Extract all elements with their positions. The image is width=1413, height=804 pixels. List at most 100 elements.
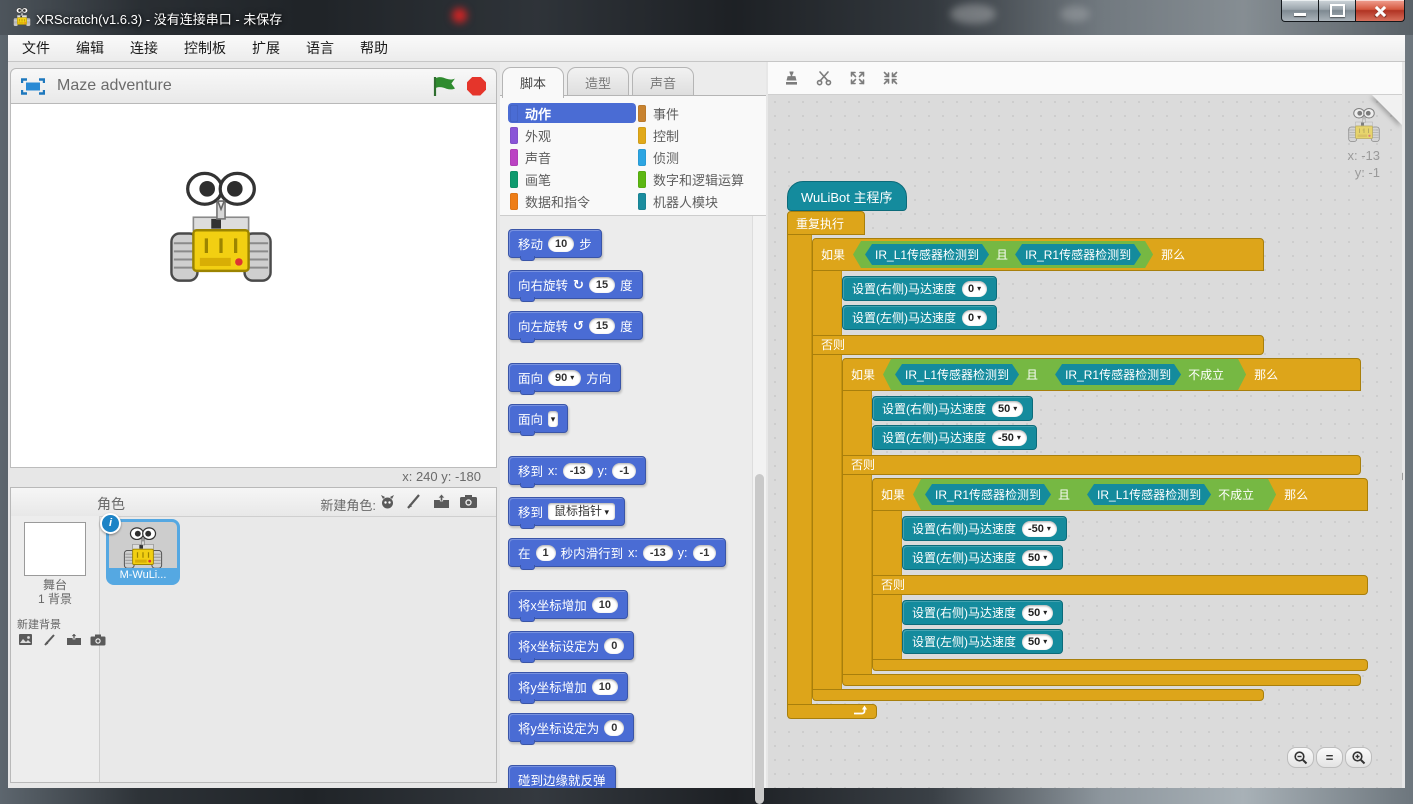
- menu-item-帮助[interactable]: 帮助: [360, 38, 388, 58]
- set-left-motor-block[interactable]: 设置(左侧)马达速度0: [842, 305, 997, 330]
- set-right-motor-block[interactable]: 设置(右侧)马达速度-50: [902, 516, 1067, 541]
- minimize-button[interactable]: [1281, 0, 1319, 22]
- else-bar[interactable]: 否则: [872, 575, 1368, 595]
- block-input[interactable]: 1: [536, 545, 556, 561]
- palette-block[interactable]: 将y坐标设定为0: [508, 713, 634, 742]
- category-声音[interactable]: 声音: [508, 147, 636, 167]
- sprite-info-badge[interactable]: i: [100, 513, 121, 534]
- block-input[interactable]: -1: [612, 463, 636, 479]
- close-button[interactable]: [1355, 0, 1405, 22]
- shrink-icon[interactable]: [879, 67, 901, 89]
- palette-block[interactable]: 面向: [508, 404, 568, 433]
- not-operator-block[interactable]: IR_L1传感器检测到 不成立: [1077, 482, 1264, 507]
- zoom-in-button[interactable]: [1345, 747, 1372, 768]
- forever-loop-block[interactable]: 重复执行 如果 IR_L1传感器检测到 且: [787, 211, 1368, 719]
- stop-button[interactable]: [467, 77, 486, 96]
- else-bar[interactable]: 否则: [842, 455, 1361, 475]
- motor-speed-dropdown[interactable]: 50: [992, 401, 1023, 417]
- category-画笔[interactable]: 画笔: [508, 169, 636, 189]
- sensor-block-ir-r1[interactable]: IR_R1传感器检测到: [1055, 364, 1181, 385]
- motor-speed-dropdown[interactable]: 0: [962, 281, 987, 297]
- motor-speed-dropdown[interactable]: 50: [1022, 550, 1053, 566]
- category-机器人模块[interactable]: 机器人模块: [636, 191, 762, 211]
- set-right-motor-block[interactable]: 设置(右侧)马达速度50: [872, 396, 1033, 421]
- palette-block[interactable]: 将x坐标设定为0: [508, 631, 634, 660]
- palette-block[interactable]: 在1秒内滑行到x:-13y:-1: [508, 538, 726, 567]
- menu-item-编辑[interactable]: 编辑: [76, 38, 104, 58]
- category-数据和指令[interactable]: 数据和指令: [508, 191, 636, 211]
- palette-block[interactable]: 向左旋转↺15度: [508, 311, 643, 340]
- sensor-block-ir-l1[interactable]: IR_L1传感器检测到: [865, 244, 989, 265]
- menu-item-控制板[interactable]: 控制板: [184, 38, 226, 58]
- palette-block[interactable]: 移到x:-13y:-1: [508, 456, 646, 485]
- robot-sprite[interactable]: [169, 168, 273, 286]
- block-input[interactable]: -13: [643, 545, 673, 561]
- camera-sprite-button[interactable]: [459, 492, 478, 511]
- motor-speed-dropdown[interactable]: 50: [1022, 634, 1053, 650]
- motor-speed-dropdown[interactable]: -50: [992, 430, 1027, 446]
- block-input[interactable]: 15: [589, 277, 615, 293]
- hat-block-main-program[interactable]: WuLiBot 主程序: [787, 181, 907, 211]
- stamp-icon[interactable]: [780, 67, 802, 89]
- block-input[interactable]: 15: [589, 318, 615, 334]
- palette-block[interactable]: 移到鼠标指针: [508, 497, 625, 526]
- set-right-motor-block[interactable]: 设置(右侧)马达速度50: [902, 600, 1063, 625]
- block-input[interactable]: 鼠标指针: [548, 503, 615, 520]
- palette-block[interactable]: 向右旋转↻15度: [508, 270, 643, 299]
- category-数字和逻辑运算[interactable]: 数字和逻辑运算: [636, 169, 762, 189]
- and-operator-block[interactable]: IR_R1传感器检测到 且 IR_L1传感器检测到 不成立: [913, 479, 1276, 510]
- motor-speed-dropdown[interactable]: -50: [1022, 521, 1057, 537]
- set-right-motor-block[interactable]: 设置(右侧)马达速度0: [842, 276, 997, 301]
- new-sprite-library-button[interactable]: [378, 492, 397, 511]
- stage-canvas[interactable]: [10, 104, 497, 468]
- import-sprite-button[interactable]: [432, 492, 451, 511]
- new-backdrop-library-button[interactable]: [16, 630, 35, 649]
- scissors-icon[interactable]: [813, 67, 835, 89]
- motor-speed-dropdown[interactable]: 50: [1022, 605, 1053, 621]
- set-left-motor-block[interactable]: 设置(左侧)马达速度-50: [872, 425, 1037, 450]
- if-else-block-2[interactable]: 如果 IR_L1传感器检测到 且 IR_R1传感器检测到 不成立: [842, 358, 1368, 686]
- category-事件[interactable]: 事件: [636, 103, 762, 123]
- palette-block[interactable]: 碰到边缘就反弹: [508, 765, 616, 788]
- menu-item-连接[interactable]: 连接: [130, 38, 158, 58]
- sensor-block-ir-l1[interactable]: IR_L1传感器检测到: [1087, 484, 1211, 505]
- sprite-thumbnail-card[interactable]: i M-WuLi...: [106, 519, 180, 585]
- forever-label[interactable]: 重复执行: [787, 211, 865, 235]
- tab-costumes[interactable]: 造型: [567, 67, 629, 98]
- camera-backdrop-button[interactable]: [88, 630, 107, 649]
- set-left-motor-block[interactable]: 设置(左侧)马达速度50: [902, 629, 1063, 654]
- green-flag-button[interactable]: [431, 75, 457, 97]
- and-operator-block[interactable]: IR_L1传感器检测到 且 IR_R1传感器检测到 不成立: [883, 359, 1246, 390]
- sensor-block-ir-r1[interactable]: IR_R1传感器检测到: [1015, 244, 1141, 265]
- tab-sounds[interactable]: 声音: [632, 67, 694, 98]
- paint-backdrop-button[interactable]: [40, 630, 59, 649]
- zoom-reset-button[interactable]: =: [1316, 747, 1343, 768]
- else-bar[interactable]: 否则: [812, 335, 1264, 355]
- sensor-block-ir-l1[interactable]: IR_L1传感器检测到: [895, 364, 1019, 385]
- script-stack[interactable]: WuLiBot 主程序 重复执行 如果 IR_L1传感器检测到: [787, 181, 1368, 719]
- fullscreen-icon[interactable]: [21, 78, 45, 95]
- block-input[interactable]: 0: [604, 638, 624, 654]
- menu-item-文件[interactable]: 文件: [22, 38, 50, 58]
- if-else-block-1[interactable]: 如果 IR_L1传感器检测到 且 IR_R1传感器检测到 那么: [812, 238, 1368, 701]
- import-backdrop-button[interactable]: [64, 630, 83, 649]
- window-titlebar[interactable]: XRScratch(v1.6.3) - 没有连接串口 - 未保存: [0, 0, 1413, 35]
- category-控制[interactable]: 控制: [636, 125, 762, 145]
- block-input[interactable]: 90: [548, 370, 581, 386]
- motor-speed-dropdown[interactable]: 0: [962, 310, 987, 326]
- category-动作[interactable]: 动作: [508, 103, 636, 123]
- maximize-button[interactable]: [1319, 0, 1355, 22]
- block-input[interactable]: -1: [693, 545, 717, 561]
- stage-thumbnail[interactable]: [24, 522, 86, 576]
- zoom-out-button[interactable]: [1287, 747, 1314, 768]
- palette-block[interactable]: 将x坐标增加10: [508, 590, 628, 619]
- script-canvas[interactable]: x: -13 y: -1 WuLiBot 主程序 重复执行 如果: [768, 95, 1402, 788]
- not-operator-block[interactable]: IR_R1传感器检测到 不成立: [1045, 362, 1234, 387]
- sensor-block-ir-r1[interactable]: IR_R1传感器检测到: [925, 484, 1051, 505]
- paint-sprite-button[interactable]: [405, 492, 424, 511]
- palette-scrollbar[interactable]: [752, 216, 766, 788]
- palette-scrollbar-thumb[interactable]: [755, 474, 764, 804]
- block-input[interactable]: 10: [592, 597, 618, 613]
- block-input[interactable]: 0: [604, 720, 624, 736]
- menu-item-扩展[interactable]: 扩展: [252, 38, 280, 58]
